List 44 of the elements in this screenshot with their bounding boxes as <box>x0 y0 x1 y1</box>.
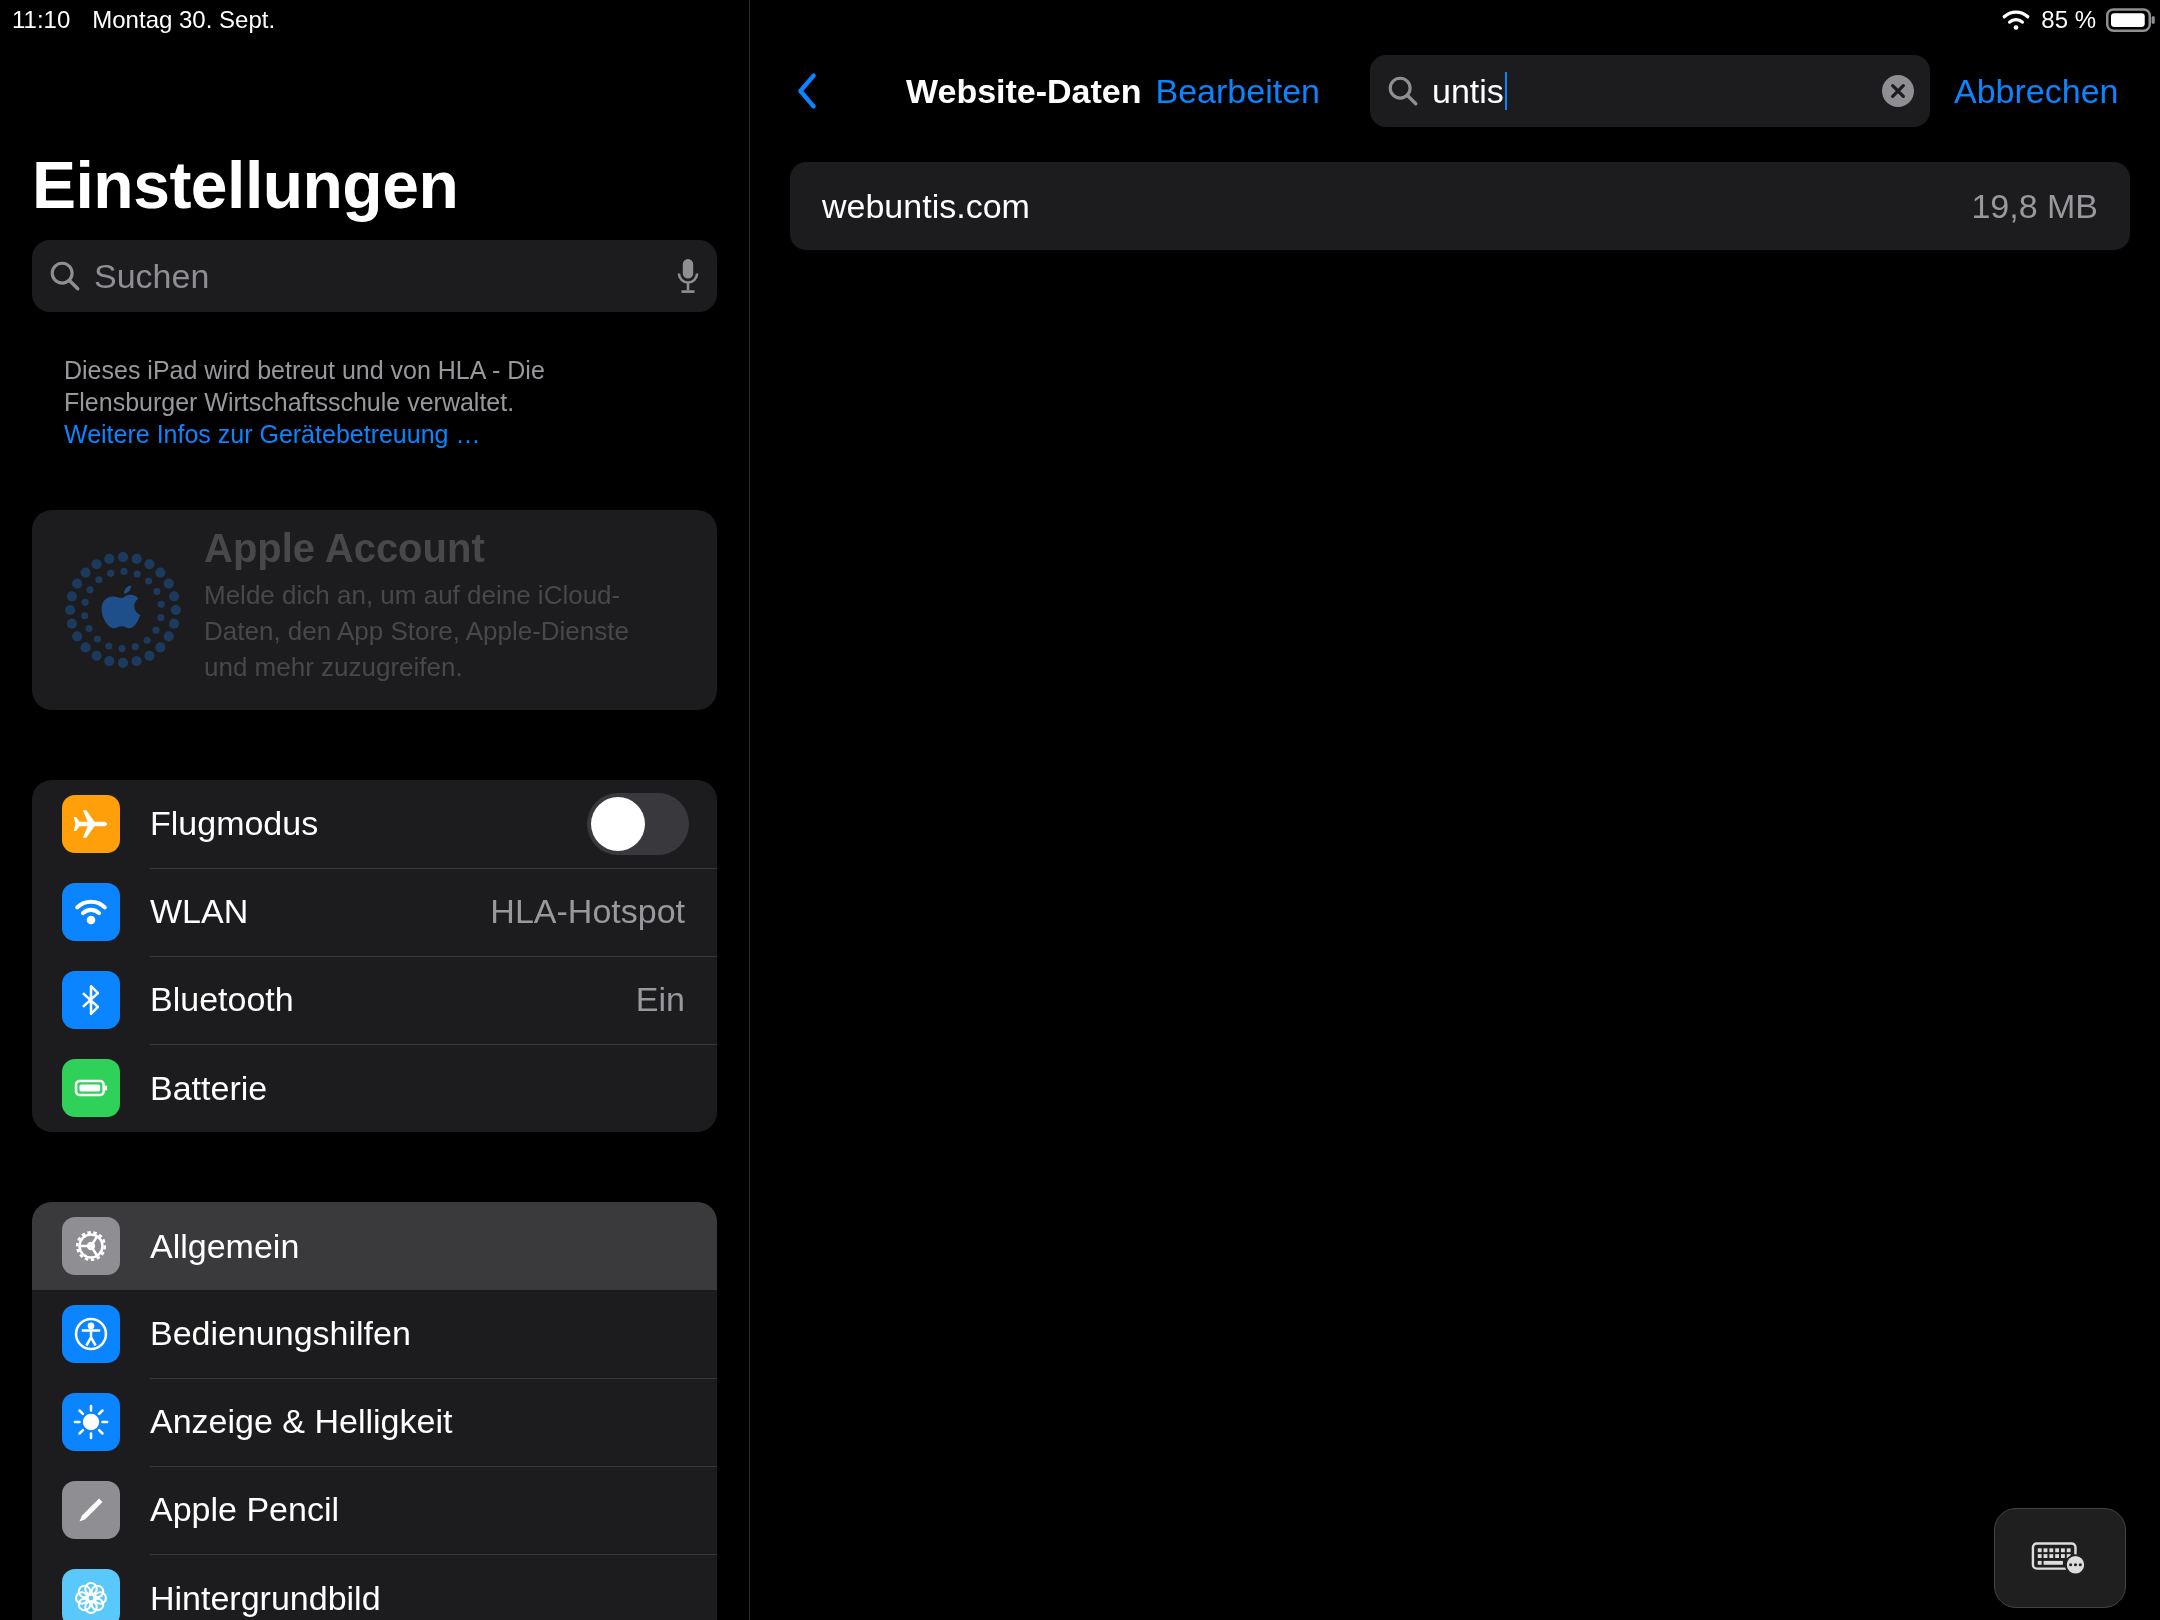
settings-value: HLA-Hotspot <box>490 892 685 931</box>
status-date: Montag 30. Sept. <box>92 6 276 34</box>
settings-label: WLAN <box>150 892 249 931</box>
settings-row[interactable]: Anzeige & Helligkeit <box>32 1378 717 1466</box>
device-management-link[interactable]: Weitere Infos zur Gerätebetreuung … <box>64 420 481 448</box>
managed-notice: Dieses iPad wird betreut und von HLA - Die Flensburger Wirtschaftsschule verwaltet. Weitere Infos zur Gerätebetreuung … <box>64 355 546 450</box>
microphone-icon[interactable] <box>675 256 701 296</box>
search-icon <box>1386 74 1420 108</box>
settings-label: Hintergrundbild <box>150 1578 381 1618</box>
settings-row[interactable]: Bluetooth Ein <box>32 956 717 1044</box>
settings-row[interactable]: Allgemein <box>32 1202 717 1290</box>
search-query: untis <box>1432 71 1507 110</box>
settings-value: Ein <box>635 980 685 1019</box>
settings-label: Apple Pencil <box>150 1490 339 1529</box>
page-title: Website-Daten <box>906 71 1142 111</box>
settings-label: Flugmodus <box>150 804 319 843</box>
settings-label: Bedienungshilfen <box>150 1314 411 1353</box>
settings-label: Bluetooth <box>150 980 294 1019</box>
search-field[interactable]: Suchen <box>32 240 717 312</box>
back-icon[interactable] <box>796 72 818 110</box>
search-icon <box>48 259 82 293</box>
edit-button[interactable]: Bearbeiten <box>1155 71 1320 111</box>
settings-row[interactable]: Flugmodus <box>32 780 717 868</box>
settings-label: Batterie <box>150 1068 268 1108</box>
battery-percent: 85 % <box>2041 6 2096 34</box>
settings-row[interactable]: Hintergrundbild <box>32 1554 717 1620</box>
apple-logo-icon <box>62 549 184 671</box>
settings-row[interactable]: Bedienungshilfen <box>32 1290 717 1378</box>
battery-icon <box>2106 7 2156 33</box>
status-time: 11:10 <box>12 6 71 34</box>
keyboard-button[interactable] <box>1994 1508 2126 1608</box>
settings-row[interactable]: Apple Pencil <box>32 1466 717 1554</box>
search-field[interactable]: untis <box>1370 55 1930 127</box>
cancel-button[interactable]: Abbrechen <box>1954 71 2119 111</box>
website-data-row[interactable]: webuntis.com 19,8 MB <box>790 162 2130 250</box>
website-size: 19,8 MB <box>1971 186 2098 226</box>
settings-row[interactable]: Batterie <box>32 1044 717 1132</box>
search-placeholder: Suchen <box>94 256 210 296</box>
website-domain: webuntis.com <box>822 186 1030 226</box>
settings-label: Anzeige & Helligkeit <box>150 1402 453 1441</box>
settings-label: Allgemein <box>150 1226 300 1266</box>
clear-icon[interactable] <box>1882 75 1914 107</box>
settings-row[interactable]: WLAN HLA-Hotspot <box>32 868 717 956</box>
wifi-icon <box>2001 9 2032 31</box>
